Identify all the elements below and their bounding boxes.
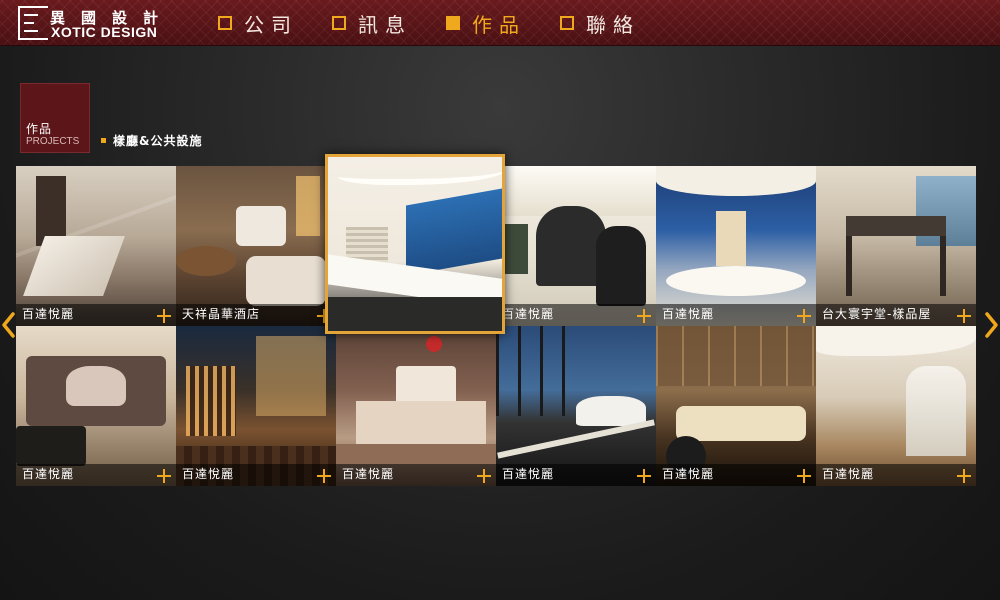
- tile-caption: 百達悅麗: [22, 307, 75, 321]
- logo-english-name: XOTIC DESIGN: [51, 24, 158, 40]
- project-thumbnail: [16, 326, 176, 486]
- plus-icon[interactable]: [957, 469, 971, 483]
- breadcrumb: 樣廳&公共設施: [101, 132, 202, 149]
- square-bullet-icon: [446, 16, 460, 30]
- gallery-tile[interactable]: 百達悅麗: [496, 166, 656, 326]
- nav-item-contact[interactable]: 聯絡: [560, 9, 640, 37]
- plus-icon[interactable]: [797, 309, 811, 323]
- square-bullet-icon: [560, 16, 574, 30]
- top-nav-bar: 異國設計 XOTIC DESIGN 公司 訊息 作品 聯絡: [0, 0, 1000, 46]
- square-bullet-icon: [101, 138, 106, 143]
- plus-icon[interactable]: [957, 309, 971, 323]
- project-thumbnail: [496, 326, 656, 486]
- project-thumbnail: [336, 326, 496, 486]
- tile-caption: 百達悅麗: [342, 467, 395, 481]
- square-bullet-icon: [218, 16, 232, 30]
- project-thumbnail: [816, 166, 976, 326]
- chevron-right-icon[interactable]: [985, 312, 999, 338]
- gallery-tile[interactable]: 天祥晶華酒店: [176, 166, 336, 326]
- main-nav: 公司 訊息 作品 聯絡: [218, 9, 674, 37]
- section-badge: 作品 PROJECTS: [20, 83, 90, 153]
- plus-icon[interactable]: [317, 469, 331, 483]
- gallery-tile[interactable]: 台大寰宇堂-樣品屋: [816, 166, 976, 326]
- project-thumbnail: [176, 166, 336, 326]
- nav-item-label: 公司: [244, 12, 298, 37]
- tile-caption: 百達悅麗: [502, 307, 555, 321]
- project-thumbnail: [496, 166, 656, 326]
- logo-e-mark: [18, 6, 48, 40]
- gallery-tile[interactable]: 百達悅麗: [336, 326, 496, 486]
- tile-caption: 台大寰宇堂-樣品屋: [822, 307, 932, 321]
- plus-icon[interactable]: [477, 469, 491, 483]
- project-thumbnail: [176, 326, 336, 486]
- gallery-tile-highlighted[interactable]: [325, 154, 505, 334]
- tile-caption: 百達悅麗: [662, 307, 715, 321]
- nav-item-company[interactable]: 公司: [218, 9, 298, 37]
- project-thumbnail: [656, 326, 816, 486]
- tile-caption: 百達悅麗: [22, 467, 75, 481]
- section-badge-title: 作品: [26, 122, 53, 136]
- project-thumbnail: [656, 166, 816, 326]
- nav-item-label: 聯絡: [586, 12, 640, 37]
- project-thumbnail: [816, 326, 976, 486]
- gallery-tile[interactable]: 百達悅麗: [656, 166, 816, 326]
- breadcrumb-category[interactable]: 樣廳&公共設施: [113, 132, 202, 149]
- gallery-tile[interactable]: 百達悅麗: [16, 326, 176, 486]
- tile-caption: 百達悅麗: [822, 467, 875, 481]
- nav-item-news[interactable]: 訊息: [332, 9, 412, 37]
- square-bullet-icon: [332, 16, 346, 30]
- plus-icon[interactable]: [637, 309, 651, 323]
- gallery-tile[interactable]: 百達悅麗: [16, 166, 176, 326]
- tile-caption: 百達悅麗: [662, 467, 715, 481]
- nav-item-label: 作品: [472, 12, 526, 37]
- plus-icon[interactable]: [797, 469, 811, 483]
- tile-caption: 百達悅麗: [182, 467, 235, 481]
- tile-caption: 百達悅麗: [502, 467, 555, 481]
- logo[interactable]: 異國設計 XOTIC DESIGN: [18, 6, 178, 42]
- plus-icon[interactable]: [157, 469, 171, 483]
- plus-icon[interactable]: [637, 469, 651, 483]
- chevron-left-icon[interactable]: [1, 312, 15, 338]
- gallery-tile[interactable]: 百達悅麗: [496, 326, 656, 486]
- nav-item-works[interactable]: 作品: [446, 9, 526, 37]
- project-thumbnail: [16, 166, 176, 326]
- gallery-tile[interactable]: 百達悅麗: [656, 326, 816, 486]
- gallery-tile[interactable]: 百達悅麗: [176, 326, 336, 486]
- tile-caption: 天祥晶華酒店: [182, 307, 261, 321]
- gallery-tile[interactable]: 百達悅麗: [816, 326, 976, 486]
- section-badge-subtitle: PROJECTS: [26, 136, 80, 147]
- plus-icon[interactable]: [157, 309, 171, 323]
- nav-item-label: 訊息: [358, 12, 412, 37]
